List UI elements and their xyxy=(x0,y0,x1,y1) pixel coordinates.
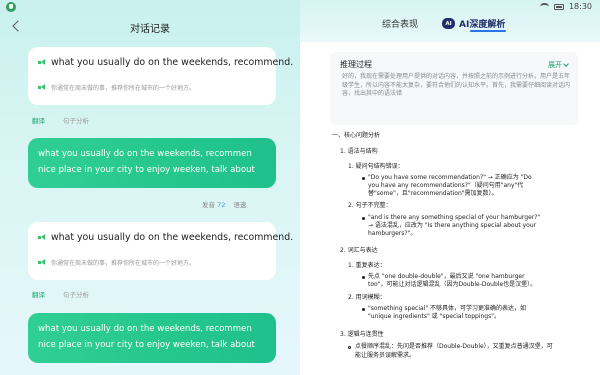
chevron-down-icon xyxy=(563,61,569,67)
message-english: what you usually do on the weekends, rec… xyxy=(51,57,294,68)
ai-message-bubble: what you usually do on the weekends, rec… xyxy=(28,47,293,105)
analysis-bullet-cont: 替"some"，且"recommendation"需加复数）。 xyxy=(368,190,498,197)
message-english: what you usually do on the weekends, rec… xyxy=(51,232,294,243)
tab-ai-analysis-label: AI深度解析 xyxy=(459,20,506,30)
translate-button[interactable]: 翻译 xyxy=(32,115,45,125)
analysis-bullet-cont: "unique ingredients" 或 "special toppings… xyxy=(368,313,500,320)
analysis-bullet-cont: 能让服务员误解需求。 xyxy=(355,352,416,359)
app-notification-icon xyxy=(6,2,16,12)
pronunciation-score: 72 xyxy=(217,201,226,209)
conversation-header: 对话记录 xyxy=(0,14,300,40)
conversation-panel: 对话记录 what you usually do on the weekends… xyxy=(0,0,300,375)
analysis-bullet: "Do you have some recommendation?" → 正确应… xyxy=(368,174,532,181)
message-actions: 翻译 句子分析 xyxy=(32,289,89,299)
status-bar: 18:30 xyxy=(0,0,600,14)
analysis-bullet: "and is there any something special of y… xyxy=(368,214,541,221)
analysis-bullet-cont: too"，可能让对话逻辑混乱（因为Double-Double也是汉堡）。 xyxy=(368,281,537,288)
ai-message-bubble: what you usually do on the weekends, rec… xyxy=(28,222,293,280)
speaker-icon[interactable] xyxy=(38,84,46,91)
analysis-panel: 综合表现 AI AI深度解析 推理过程 展开 好的，我现在需要处理用户提供的对话… xyxy=(300,0,600,375)
user-message-bubble: what you usually do on the weekends, rec… xyxy=(28,138,276,188)
pronunciation-label: 发音 72 xyxy=(202,201,226,209)
user-message-bubble: what you usually do on the weekends, rec… xyxy=(28,313,276,363)
reasoning-card: 推理过程 展开 好的，我现在需要处理用户提供的对话内容，并按照之前的示例进行分析… xyxy=(330,52,578,125)
page-title: 对话记录 xyxy=(130,24,170,35)
analysis-bullet: 点餐顺序混乱：先问是否推荐（Double-Double），又重复点普通汉堡，可 xyxy=(355,343,553,350)
analysis-bullet-cont: you have any recommendations?"（疑问句用"any"… xyxy=(368,182,524,189)
analysis-heading: 一、核心问题分析 xyxy=(332,132,381,139)
reasoning-text: 好的，我现在需要处理用户提供的对话内容，并按照之前的示例进行分析。用户是五年级学… xyxy=(342,73,571,98)
analysis-bullet: 先点 "one double-double"，最后又说 "one hamburg… xyxy=(368,273,525,280)
active-tab-indicator xyxy=(470,30,506,32)
analysis-subsection: 2. 用词模糊： xyxy=(348,294,386,301)
tab-overall-performance[interactable]: 综合表现 xyxy=(382,17,418,30)
sentence-analysis-button[interactable]: 句子分析 xyxy=(63,289,89,299)
analysis-subsection: 1. 重复表达： xyxy=(348,262,386,269)
tab-ai-analysis[interactable]: AI AI深度解析 xyxy=(442,17,505,30)
analysis-section: 1. 语法与结构 xyxy=(340,148,378,155)
status-time: 18:30 xyxy=(568,2,592,11)
battery-icon xyxy=(553,3,564,10)
analysis-bullet: "something special" 不够具体，可学习更准确的表达，如 xyxy=(368,305,527,312)
voice-score-row: 发音 72 语速 xyxy=(202,199,246,209)
analysis-bullet-cont: hamburgers?"。 xyxy=(368,230,417,237)
message-actions: 翻译 句子分析 xyxy=(32,115,89,125)
message-chinese: 你通常在周末做的事，推荐你所在城市的一个好地方。 xyxy=(51,85,196,92)
reasoning-title: 推理过程 xyxy=(340,60,372,69)
speaker-icon[interactable] xyxy=(38,234,46,241)
analysis-section: 2. 词汇与表达 xyxy=(340,247,378,254)
speed-label[interactable]: 语速 xyxy=(233,199,246,209)
speaker-icon[interactable] xyxy=(38,59,46,66)
analysis-subsection: 1. 疑问句结构错误： xyxy=(348,163,404,170)
tab-bar: 综合表现 AI AI深度解析 xyxy=(300,17,600,35)
status-icons: 18:30 xyxy=(539,2,592,11)
analysis-subsection: 2. 句子不完整： xyxy=(348,202,392,209)
sentence-analysis-button[interactable]: 句子分析 xyxy=(63,115,89,125)
ai-badge-icon: AI xyxy=(442,18,455,29)
speaker-icon[interactable] xyxy=(38,259,46,266)
message-chinese: 你通常在周末做的事，推荐你所在城市的一个好地方。 xyxy=(51,260,196,267)
translate-button[interactable]: 翻译 xyxy=(32,289,45,299)
wifi-icon xyxy=(539,3,549,10)
analysis-bullet-cont: → 语法混乱，应改为 "Is there anything special ab… xyxy=(368,222,537,229)
analysis-section: 3. 逻辑与连贯性 xyxy=(340,331,384,338)
expand-button[interactable]: 展开 xyxy=(548,60,569,70)
